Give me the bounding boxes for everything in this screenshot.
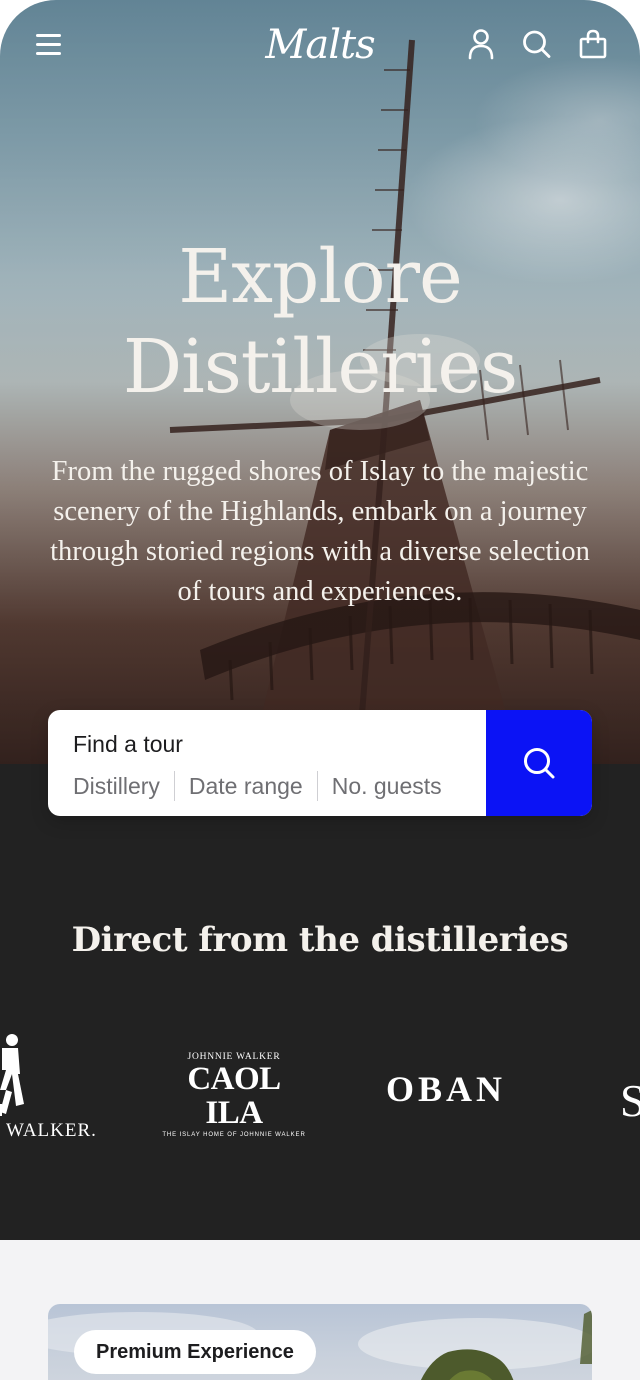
search-icon[interactable] (521, 28, 551, 60)
distilleries-section: Direct from the distilleries WALKER. JOH… (0, 764, 640, 1240)
user-icon[interactable] (466, 28, 496, 60)
hero-title-line2: Distilleries (122, 324, 518, 410)
date-range-field[interactable]: Date range (175, 771, 317, 801)
hero-subtitle: From the rugged shores of Islay to the m… (50, 456, 590, 607)
search-icon (524, 748, 555, 779)
app-screen: Malts Explore Distilleries From the rugg… (0, 0, 640, 1380)
top-navigation: Malts (0, 0, 640, 92)
search-fields: Distillery Date range No. guests (73, 770, 456, 802)
caol-ila-logo[interactable]: JOHNNIE WALKER CAOL ILA THE ISLAY HOME O… (158, 1052, 310, 1138)
premium-experience-card[interactable]: Premium Experience (48, 1304, 592, 1380)
oban-logo[interactable]: OBAN (386, 1068, 506, 1110)
distillery-field[interactable]: Distillery (73, 771, 174, 801)
distilleries-heading: Direct from the distilleries (71, 920, 569, 960)
brand-logo-carousel: WALKER. JOHNNIE WALKER CAOL ILA THE ISLA… (0, 1026, 640, 1156)
search-submit-button[interactable] (486, 710, 592, 816)
johnnie-walker-wordmark: WALKER. (6, 1120, 97, 1141)
johnnie-walker-logo[interactable]: WALKER. (0, 1026, 98, 1146)
guests-field[interactable]: No. guests (318, 771, 456, 801)
premium-experience-badge: Premium Experience (74, 1330, 316, 1374)
shopping-bag-icon[interactable] (578, 28, 608, 60)
hero-title-line1: Explore (178, 234, 463, 320)
hero-section: Malts Explore Distilleries From the rugg… (0, 0, 640, 764)
malts-logo[interactable]: Malts (250, 22, 390, 72)
caol-ila-wordmark: CAOL ILA (187, 1061, 281, 1131)
partial-brand-logo[interactable]: S (620, 1078, 640, 1124)
caol-ila-tagline: THE ISLAY HOME OF JOHNNIE WALKER (162, 1132, 306, 1138)
find-tour-search-bar: Find a tour Distillery Date range No. gu… (48, 710, 592, 816)
striding-man-icon (0, 1034, 24, 1116)
find-tour-label: Find a tour (73, 731, 183, 757)
hero-title: Explore Distilleries (60, 232, 580, 412)
hamburger-menu-icon[interactable] (36, 32, 62, 56)
